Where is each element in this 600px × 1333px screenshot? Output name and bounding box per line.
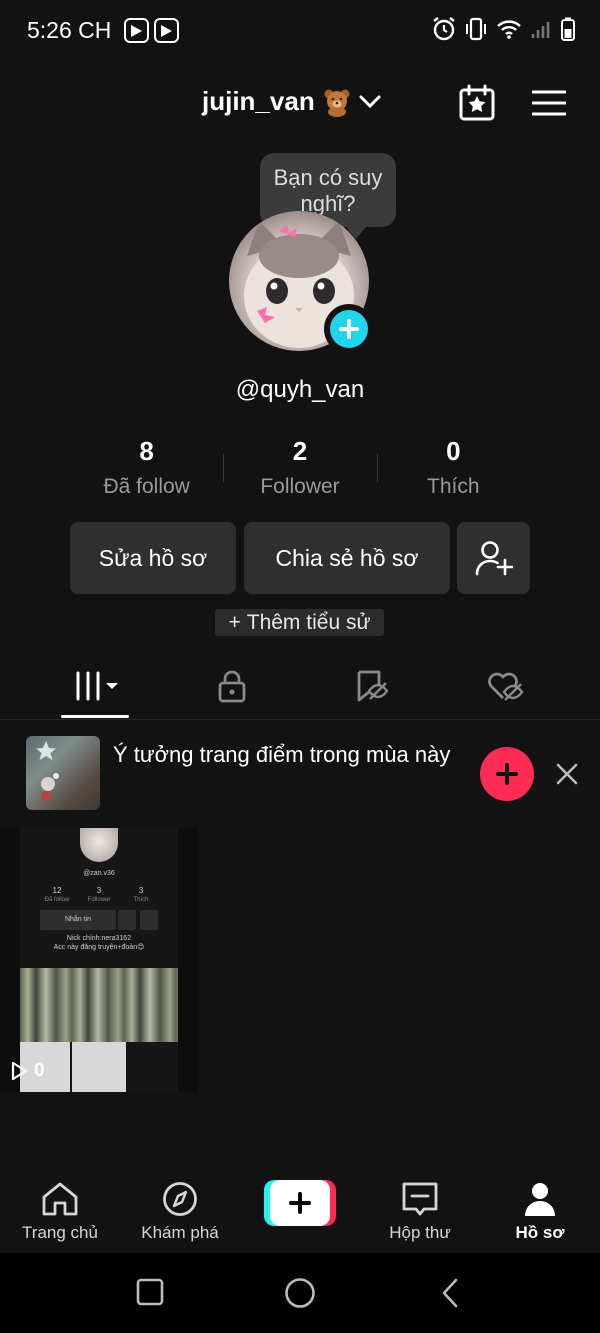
- suggestion-text: Ý tưởng trang điểm trong mùa này: [113, 742, 451, 767]
- profile-icon: [525, 1183, 555, 1216]
- account-switcher[interactable]: jujin_van: [202, 86, 381, 117]
- plus-icon: [270, 1180, 330, 1226]
- tab-private[interactable]: [202, 666, 262, 706]
- share-profile-button[interactable]: Chia sẻ hồ sơ: [244, 522, 450, 594]
- thumb-bio-line: Acc này đăng truyện+đoản😊: [53, 944, 145, 951]
- thumb-stat-value: 12: [52, 886, 62, 895]
- stat-following[interactable]: 8 Đã follow: [70, 436, 223, 502]
- avatar: [80, 828, 118, 862]
- thumb-bio-line: Nick chính:nera3162: [66, 935, 132, 942]
- heart-hidden-icon: [488, 672, 524, 701]
- edit-profile-button[interactable]: Sửa hồ sơ: [70, 522, 236, 594]
- view-count: 0: [10, 1060, 45, 1082]
- stat-value: 2: [292, 436, 308, 466]
- compass-icon: [163, 1182, 197, 1216]
- stat-label: Thích: [427, 475, 480, 498]
- bookmark-hidden-icon: [357, 670, 388, 702]
- close-icon[interactable]: [553, 760, 581, 788]
- thumb-handle: @zan.v36: [83, 870, 115, 877]
- profile-handle: @quyh_van: [235, 376, 365, 403]
- thumb-more: [140, 910, 158, 930]
- alarm-icon: [433, 17, 455, 41]
- nav-label: Trang chủ: [22, 1223, 98, 1242]
- suggestion-add-button[interactable]: [480, 747, 534, 801]
- add-bio-button[interactable]: + Thêm tiểu sử: [215, 609, 384, 636]
- thumb-video-row: [20, 968, 178, 1042]
- nav-label: Hồ sơ: [515, 1223, 565, 1242]
- inbox-icon: [402, 1182, 438, 1216]
- stat-likes[interactable]: 0 Thích: [376, 436, 530, 502]
- video-preview: @zan.v36 12 3 3 Đã follow Follower Thích…: [20, 828, 178, 1092]
- thumb-stat-value: 3: [138, 886, 144, 895]
- lock-icon: [218, 670, 246, 703]
- status-time: 5:26 CH: [27, 17, 112, 43]
- nav-inbox[interactable]: Hộp thư: [360, 1181, 480, 1243]
- menu-icon[interactable]: [532, 90, 566, 116]
- view-count-value: 0: [34, 1060, 45, 1081]
- thumb-message-button: Nhắn tin: [40, 910, 116, 930]
- username: jujin_van: [202, 86, 315, 116]
- active-tab-indicator: [61, 715, 129, 718]
- tab-liked[interactable]: [475, 666, 535, 706]
- add-story-button[interactable]: [324, 304, 374, 354]
- nav-label: Khám phá: [141, 1223, 219, 1242]
- bottom-nav: Trang chủ Khám phá Hộp thư Hồ sơ: [0, 1175, 600, 1253]
- suggestion-banner[interactable]: Ý tưởng trang điểm trong mùa này: [0, 722, 600, 826]
- video-thumbnail[interactable]: @zan.v36 12 3 3 Đã follow Follower Thích…: [0, 828, 198, 1092]
- status-icons: [432, 16, 576, 42]
- back-icon[interactable]: [438, 1277, 462, 1309]
- suggestion-thumbnail: [26, 736, 100, 810]
- thumb-add-friend: [118, 910, 136, 930]
- nav-home[interactable]: Trang chủ: [0, 1181, 120, 1243]
- create-button[interactable]: [264, 1180, 336, 1226]
- youtube-notification-icon: [154, 18, 179, 43]
- profile-stats: 8 Đã follow 2 Follower 0 Thích: [70, 436, 530, 502]
- plus-icon: [330, 310, 368, 348]
- bear-emoji-icon: [324, 89, 350, 117]
- stat-value: 0: [446, 436, 461, 466]
- signal-icon: [531, 22, 550, 38]
- profile-tabs: [0, 656, 600, 720]
- chevron-down-icon: [359, 95, 381, 108]
- stat-label: Follower: [260, 475, 340, 498]
- wifi-icon: [497, 20, 521, 39]
- home-button-icon[interactable]: [284, 1277, 316, 1309]
- stat-value: 8: [139, 436, 154, 466]
- youtube-notification-icon: [124, 18, 149, 43]
- play-icon: [11, 1061, 28, 1081]
- add-bio-label: Thêm tiểu sử: [246, 610, 371, 634]
- recent-apps-icon[interactable]: [136, 1277, 164, 1307]
- status-bar: 5:26 CH: [0, 0, 600, 62]
- add-friend-button[interactable]: [457, 522, 530, 594]
- calendar-star-icon[interactable]: [458, 84, 496, 122]
- grid-icon: [76, 671, 118, 701]
- tab-videos[interactable]: [70, 666, 130, 706]
- stat-label: Đã follow: [103, 475, 190, 498]
- thumb-stat-value: 3: [96, 886, 102, 895]
- system-nav-bar: [0, 1253, 600, 1333]
- battery-icon: [561, 17, 575, 41]
- nav-discover[interactable]: Khám phá: [120, 1181, 240, 1243]
- home-icon: [42, 1182, 78, 1216]
- stat-followers[interactable]: 2 Follower: [223, 436, 376, 502]
- thumb-stat-label: Thích: [133, 897, 149, 903]
- tab-saved[interactable]: [341, 666, 401, 706]
- profile-header: jujin_van: [0, 78, 600, 132]
- nav-label: Hộp thư: [389, 1223, 451, 1242]
- plus-icon: +: [228, 610, 241, 634]
- nav-profile[interactable]: Hồ sơ: [480, 1181, 600, 1243]
- vibrate-icon: [466, 17, 486, 41]
- add-user-icon: [475, 541, 513, 576]
